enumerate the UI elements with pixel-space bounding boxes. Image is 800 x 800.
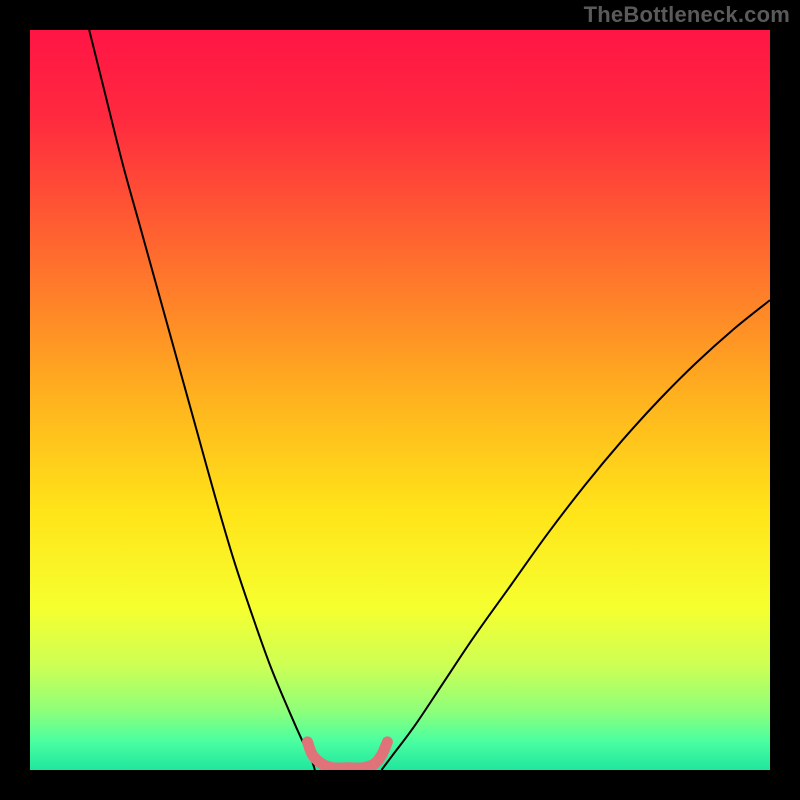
- chart-plot: [30, 30, 770, 770]
- chart-svg: [30, 30, 770, 770]
- chart-frame: TheBottleneck.com: [0, 0, 800, 800]
- watermark-label: TheBottleneck.com: [584, 2, 790, 28]
